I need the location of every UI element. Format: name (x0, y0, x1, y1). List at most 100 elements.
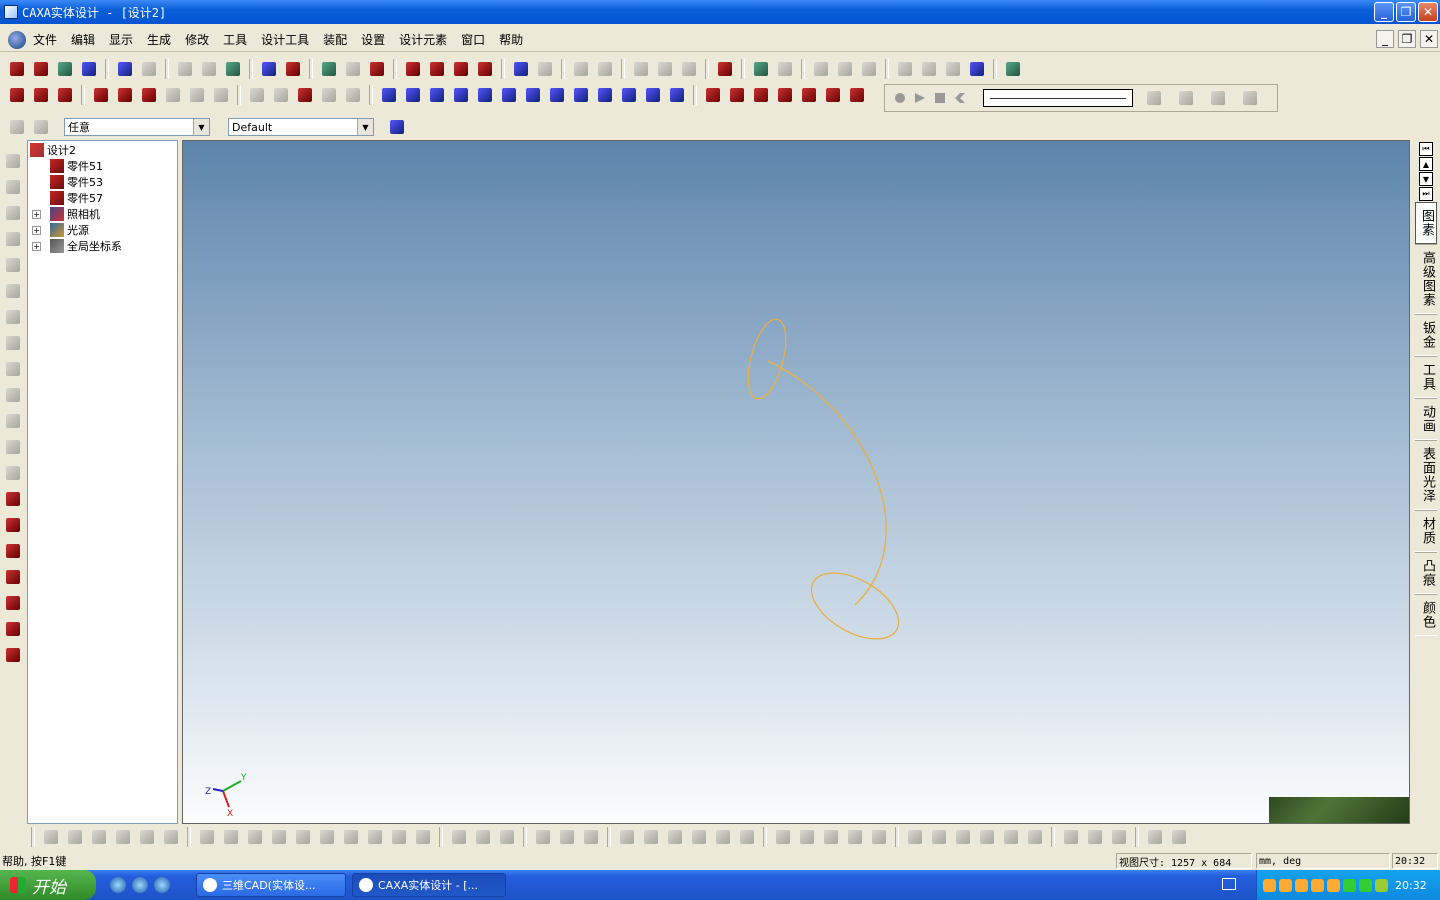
perpendicular-icon[interactable] (196, 826, 218, 848)
light-icon[interactable] (342, 58, 364, 80)
array-icon[interactable] (904, 826, 926, 848)
extrude-icon[interactable] (402, 58, 424, 80)
ellipse-icon[interactable] (664, 826, 686, 848)
tree-item-camera[interactable]: + 照相机 (32, 206, 100, 222)
edit2-icon[interactable] (726, 84, 748, 106)
first-icon[interactable]: ⏮ (1419, 142, 1433, 156)
tab-sheet-metal[interactable]: 钣金 (1415, 314, 1437, 356)
octagon-icon[interactable] (736, 826, 758, 848)
part-icon[interactable] (570, 58, 592, 80)
spline-icon[interactable] (844, 826, 866, 848)
rect-icon[interactable] (2, 540, 24, 562)
open-icon[interactable] (54, 58, 76, 80)
smart-icon[interactable] (810, 58, 832, 80)
arc3-icon[interactable] (820, 826, 842, 848)
doc-minimize-button[interactable]: _ (1376, 30, 1394, 48)
curve10-icon[interactable] (594, 84, 616, 106)
redo-icon[interactable] (138, 58, 160, 80)
look-at-icon[interactable] (2, 358, 24, 380)
minimize-button[interactable]: _ (1374, 2, 1394, 22)
hexagon-icon[interactable] (712, 826, 734, 848)
hierarchy-icon[interactable] (386, 116, 408, 138)
ie-icon[interactable] (110, 877, 126, 893)
next-icon[interactable]: ▼ (1419, 172, 1433, 186)
menu-design-tools[interactable]: 设计工具 (254, 31, 316, 48)
dash-line-icon[interactable] (88, 826, 110, 848)
security-icon[interactable] (1359, 878, 1372, 892)
sketch3-icon[interactable] (54, 84, 76, 106)
attribute-icon[interactable] (534, 58, 556, 80)
select-arrow-icon[interactable] (6, 116, 28, 138)
select-box-icon[interactable] (30, 116, 52, 138)
polygon-sketch-icon[interactable] (688, 826, 710, 848)
angle-icon[interactable] (136, 826, 158, 848)
equal-icon[interactable] (364, 826, 386, 848)
angle-line-icon[interactable] (496, 826, 518, 848)
tree-item-global-coords[interactable]: + 全局坐标系 (32, 238, 122, 254)
rotate-sketch-icon[interactable] (952, 826, 974, 848)
restore-button[interactable]: ❐ (1396, 2, 1416, 22)
tab-advanced-primitives[interactable]: 高级图素 (1415, 244, 1437, 314)
shell-icon[interactable] (594, 58, 616, 80)
copy-icon[interactable] (198, 58, 220, 80)
antivirus-icon[interactable] (1375, 878, 1388, 892)
arc2-icon[interactable] (796, 826, 818, 848)
tree-item-part57[interactable]: 零件57 (50, 190, 103, 206)
rectangle-icon[interactable] (580, 826, 602, 848)
document-icon[interactable] (8, 30, 26, 49)
feature6-icon[interactable] (210, 84, 232, 106)
pencil-icon[interactable] (340, 826, 362, 848)
edit3-icon[interactable] (750, 84, 772, 106)
tab-emboss[interactable]: 凸痕 (1415, 552, 1437, 594)
menu-generate[interactable]: 生成 (140, 31, 178, 48)
curve1-icon[interactable] (378, 84, 400, 106)
edit1-icon[interactable] (702, 84, 724, 106)
loft-icon[interactable] (474, 58, 496, 80)
style-select[interactable]: Default ▼ (228, 118, 374, 136)
view-iso-icon[interactable] (918, 58, 940, 80)
display-icon[interactable] (2, 436, 24, 458)
qq-icon[interactable] (1263, 878, 1276, 892)
sketch-icon[interactable] (6, 84, 28, 106)
angle-constraint-icon[interactable] (388, 826, 410, 848)
finish-icon[interactable] (1168, 826, 1190, 848)
expand-icon[interactable]: + (32, 241, 41, 251)
bisector-icon[interactable] (160, 826, 182, 848)
filter-select[interactable]: 任意 ▼ (64, 118, 210, 136)
tab-tools[interactable]: 工具 (1415, 356, 1437, 398)
chamfer-icon[interactable] (270, 84, 292, 106)
anim-tool4-icon[interactable] (1239, 87, 1261, 109)
close-button[interactable]: ✕ (1418, 2, 1438, 22)
corner-icon[interactable] (532, 826, 554, 848)
revolve-icon[interactable] (426, 58, 448, 80)
network2-icon[interactable] (1311, 878, 1324, 892)
menu-assembly[interactable]: 装配 (316, 31, 354, 48)
feature5-icon[interactable] (186, 84, 208, 106)
tangent-arc-icon[interactable] (220, 826, 242, 848)
rotate-icon[interactable] (2, 176, 24, 198)
pan-icon[interactable] (2, 332, 24, 354)
stop-icon[interactable] (935, 93, 945, 103)
last-icon[interactable]: ⏭ (1419, 187, 1433, 201)
fillet-sketch-icon[interactable] (868, 826, 890, 848)
feature2-icon[interactable] (114, 84, 136, 106)
trim-icon[interactable] (1060, 826, 1082, 848)
start-button[interactable]: 开始 (0, 870, 96, 900)
pick2-icon[interactable] (774, 58, 796, 80)
doc-restore-button[interactable]: ❐ (1398, 30, 1416, 48)
circle-3pt-icon[interactable] (640, 826, 662, 848)
zoom-icon[interactable] (834, 58, 856, 80)
curve4-icon[interactable] (450, 84, 472, 106)
help-cursor-icon[interactable] (282, 58, 304, 80)
anim-tool2-icon[interactable] (1175, 87, 1197, 109)
vertical-icon[interactable] (292, 826, 314, 848)
ie3-icon[interactable] (154, 877, 170, 893)
new-drawing-icon[interactable] (30, 58, 52, 80)
shield-icon[interactable] (1343, 878, 1356, 892)
box3-icon[interactable] (678, 58, 700, 80)
curve5-icon[interactable] (474, 84, 496, 106)
tab-surface-finish[interactable]: 表面光泽 (1415, 440, 1437, 510)
feature3-icon[interactable] (138, 84, 160, 106)
text-icon[interactable] (510, 58, 532, 80)
sketch-plane-icon[interactable] (2, 488, 24, 510)
